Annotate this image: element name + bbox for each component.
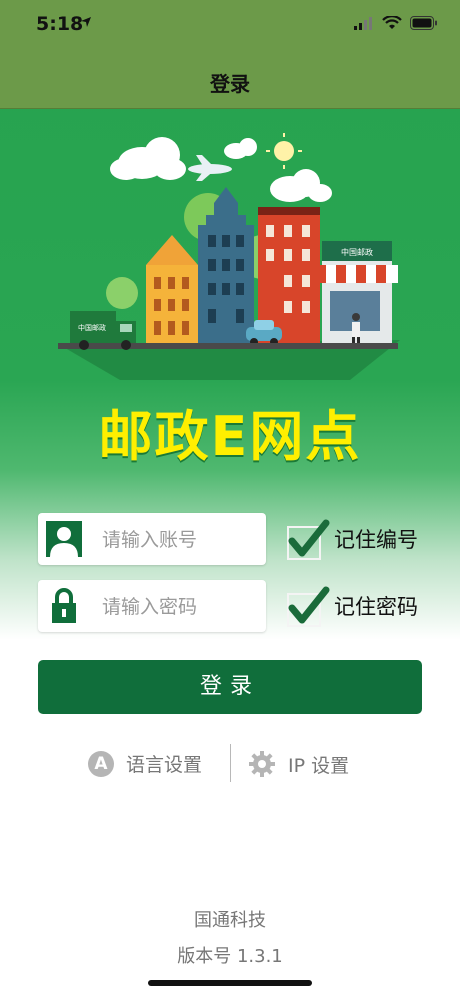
gear-icon <box>249 751 275 777</box>
remember-password-label: 记住密码 <box>334 595 418 619</box>
town-illustration: 中国邮政 中国邮政 <box>58 133 400 380</box>
lock-icon <box>50 588 78 624</box>
navigation-bar: 登录 <box>0 50 460 109</box>
status-bar: 5:18 <box>0 0 460 50</box>
language-settings-label: 语言设置 <box>126 754 203 776</box>
company-name: 国通科技 <box>194 910 266 931</box>
settings-row: A 语言设置 IP 设置 <box>0 744 460 784</box>
wifi-icon <box>382 16 402 29</box>
page-title: 登录 <box>210 72 250 96</box>
remember-account-checkbox[interactable]: 记住编号 <box>286 513 436 565</box>
remember-password-checkbox[interactable]: 记住密码 <box>286 580 436 632</box>
ip-settings-label: IP 设置 <box>288 754 350 777</box>
checkmark-icon <box>287 586 330 627</box>
remember-account-label: 记住编号 <box>334 528 418 552</box>
post-office-sign: 中国邮政 <box>341 247 373 257</box>
home-indicator[interactable] <box>148 980 312 986</box>
user-icon <box>46 521 82 557</box>
signal-icon <box>354 17 372 30</box>
password-input[interactable] <box>100 590 262 624</box>
account-field <box>38 513 266 565</box>
app-title: 邮政E网点 <box>98 405 362 468</box>
login-button[interactable]: 登录 <box>38 660 422 714</box>
version-text: 版本号 1.3.1 <box>177 946 283 967</box>
divider <box>230 744 231 782</box>
status-time: 5:18 <box>36 13 84 35</box>
account-input[interactable] <box>100 523 262 557</box>
language-settings-button[interactable]: A 语言设置 <box>88 750 202 777</box>
truck-label: 中国邮政 <box>78 323 106 332</box>
battery-icon <box>410 16 437 30</box>
location-arrow-icon <box>81 17 91 27</box>
ip-settings-button[interactable]: IP 设置 <box>248 750 349 778</box>
password-field <box>38 580 266 632</box>
checkmark-icon <box>287 519 330 560</box>
language-icon: A <box>88 750 114 777</box>
